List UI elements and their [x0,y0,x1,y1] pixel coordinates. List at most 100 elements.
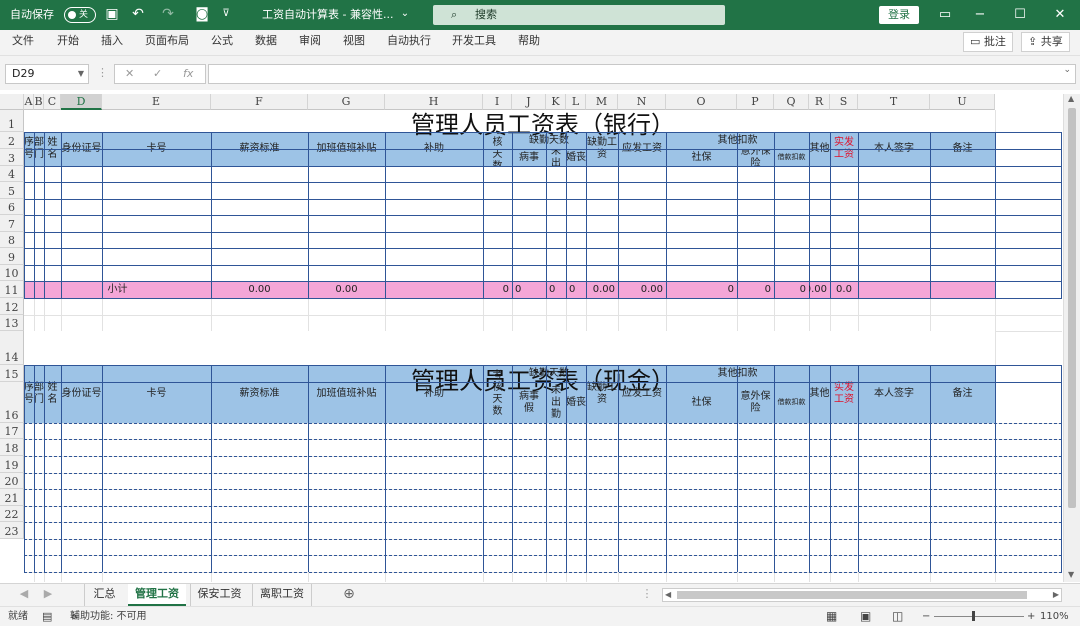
row-header-14[interactable]: 14 [0,331,24,365]
redo-icon[interactable]: ↷ [160,6,176,22]
row-header-17[interactable]: 17 [0,423,24,439]
vertical-scrollbar[interactable]: ▲ ▼ [1063,94,1080,582]
subtotal-sick[interactable]: 0 [512,281,546,298]
column-header-o[interactable]: O [666,94,737,110]
maximize-icon[interactable]: ☐ [1000,0,1040,30]
row-header-21[interactable]: 21 [0,489,24,506]
ribbon-display-icon[interactable]: ▭ [925,0,965,30]
row-header-12[interactable]: 12 [0,298,24,315]
row-header-13[interactable]: 13 [0,315,24,331]
row-header-20[interactable]: 20 [0,473,24,489]
row-header-1[interactable]: 1 [0,110,24,132]
search-box[interactable]: ⌕ 搜索 [433,5,725,25]
subtotal-overtime[interactable]: 0.00 [308,281,385,298]
page-break-view-icon[interactable]: ◫ [892,607,903,626]
menu-insert[interactable]: 插入 [101,30,123,56]
subtotal-absent-pay[interactable]: 0.00 [586,281,618,298]
sheet-tab-summary[interactable]: 汇总 [84,584,124,606]
autosave-toggle[interactable]: 关 [64,7,96,23]
minimize-icon[interactable]: − [960,0,1000,30]
macro-record-icon[interactable]: ▤ [42,607,52,626]
menu-view[interactable]: 视图 [343,30,365,56]
column-header-s[interactable]: S [830,94,858,110]
column-header-j[interactable]: J [512,94,546,110]
menu-home[interactable]: 开始 [57,30,79,56]
select-all-corner[interactable] [0,94,24,110]
row-header-3[interactable]: 3 [0,149,24,166]
subtotal-loan[interactable]: 0 [774,281,809,298]
column-header-u[interactable]: U [930,94,995,110]
column-header-e[interactable]: E [102,94,211,110]
row-header-18[interactable]: 18 [0,439,24,456]
title-dropdown-icon[interactable]: ⌄ [397,6,413,22]
column-header-d[interactable]: D [61,94,102,110]
column-header-p[interactable]: P [737,94,774,110]
subtotal-actual[interactable]: 0.0 [830,281,858,298]
row-header-2[interactable]: 2 [0,132,24,149]
worksheet-grid[interactable]: A B C D E F G H I J K L M N O P Q R S T U 1 2 3 4 5 6 7 8 9 10 11 12 13 14… [0,94,1080,582]
close-icon[interactable]: ✕ [1040,0,1080,30]
vertical-scroll-thumb[interactable] [1068,108,1076,508]
customize-qat-icon[interactable]: ⊽ [218,6,234,22]
expand-formula-icon[interactable]: ⌄ [1063,65,1071,75]
cancel-icon[interactable]: ✕ [125,65,134,83]
scroll-down-icon[interactable]: ▼ [1068,570,1074,579]
scroll-up-icon[interactable]: ▲ [1068,94,1074,103]
menu-data[interactable]: 数据 [255,30,277,56]
subtotal-attend[interactable]: 0 [483,281,512,298]
row-header-5[interactable]: 5 [0,182,24,199]
column-header-f[interactable]: F [211,94,308,110]
subtotal-marriage[interactable]: 0 [566,281,586,298]
subtotal-payable[interactable]: 0.00 [618,281,666,298]
sheet-tab-security[interactable]: 保安工资 [190,584,248,606]
next-sheet-icon[interactable]: ▶ [38,584,58,606]
row-header-7[interactable]: 7 [0,215,24,232]
page-layout-view-icon[interactable]: ▣ [860,607,871,626]
menu-developer[interactable]: 开发工具 [452,30,496,56]
zoom-level[interactable]: 110% [1040,607,1069,626]
column-header-n[interactable]: N [618,94,666,110]
column-header-a[interactable]: A [24,94,34,110]
subtotal-label[interactable]: 小计 [24,281,211,298]
row-header-11[interactable]: 11 [0,281,24,298]
login-button[interactable]: 登录 [879,6,919,24]
zoom-out-icon[interactable]: − [922,607,930,626]
row-header-4[interactable]: 4 [0,166,24,182]
row-header-16[interactable]: 16 [0,382,24,423]
insert-function-icon[interactable]: fx [183,65,193,83]
horizontal-scroll-thumb[interactable] [677,591,1027,599]
menu-page-layout[interactable]: 页面布局 [145,30,189,56]
sheet-tab-resigned[interactable]: 离职工资 [252,584,312,606]
menu-automate[interactable]: 自动执行 [387,30,431,56]
add-sheet-icon[interactable]: ⊕ [338,584,360,606]
subtotal-social[interactable]: 0 [666,281,737,298]
column-header-c[interactable]: C [44,94,61,110]
prev-sheet-icon[interactable]: ◀ [14,584,34,606]
camera-icon[interactable]: ◙ [194,6,210,22]
name-box-dropdown-icon[interactable]: ▼ [78,65,84,83]
subtotal-accident[interactable]: 0 [737,281,774,298]
column-header-t[interactable]: T [858,94,930,110]
formula-input[interactable]: ⌄ [208,64,1076,84]
menu-file[interactable]: 文件 [12,30,34,56]
column-header-l[interactable]: L [566,94,586,110]
subtotal-other[interactable]: 0.00 [809,281,830,298]
row-header-23[interactable]: 23 [0,522,24,539]
undo-icon[interactable]: ↶ [130,6,146,22]
subtotal-salary[interactable]: 0.00 [211,281,308,298]
save-icon[interactable]: ▣ [104,6,120,22]
column-header-b[interactable]: B [34,94,44,110]
zoom-slider[interactable] [934,616,1024,617]
horizontal-scrollbar[interactable]: ◀ ▶ [662,588,1062,602]
scroll-left-icon[interactable]: ◀ [665,589,671,601]
row-header-15[interactable]: 15 [0,365,24,382]
column-header-i[interactable]: I [483,94,512,110]
comments-button[interactable]: ▭ 批注 [963,32,1013,52]
row-header-10[interactable]: 10 [0,265,24,281]
share-button[interactable]: ⇪ 共享 [1021,32,1070,52]
subtotal-absent[interactable]: 0 [546,281,566,298]
menu-formulas[interactable]: 公式 [211,30,233,56]
column-header-m[interactable]: M [586,94,618,110]
tab-split-grip-icon[interactable]: ⋮ [640,584,654,606]
zoom-slider-thumb[interactable] [972,611,975,621]
